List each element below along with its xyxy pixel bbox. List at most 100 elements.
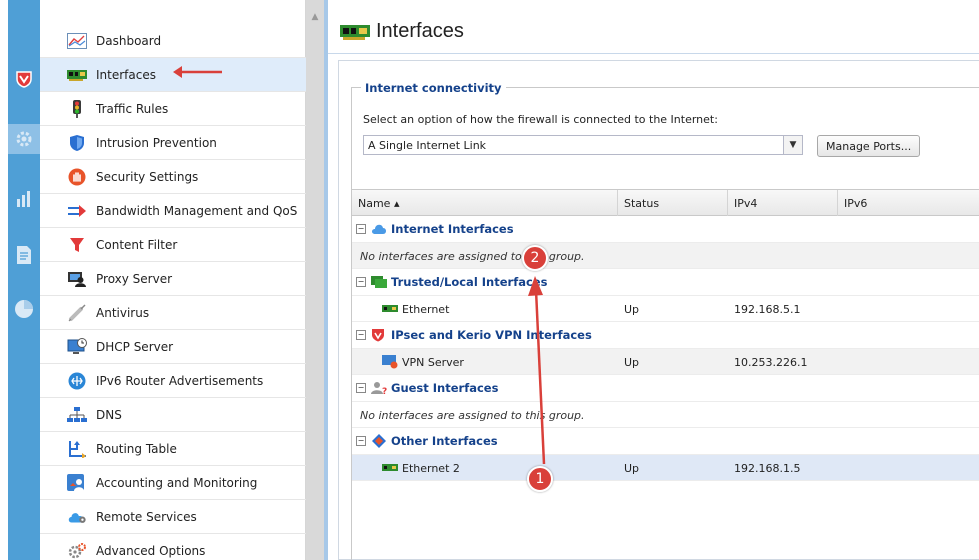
network-card-icon <box>382 464 398 471</box>
router-icon <box>67 372 87 390</box>
sidebar-item-dashboard[interactable]: Dashboard <box>40 24 306 58</box>
logs-rail-button[interactable] <box>8 240 40 270</box>
row-name-text: VPN Server <box>402 355 464 369</box>
page-title: Interfaces <box>376 20 464 42</box>
annotation-badge-1: 1 <box>527 466 553 492</box>
empty-row: No interfaces are assigned to this group… <box>352 402 979 428</box>
connectivity-select[interactable]: A Single Internet Link <box>363 135 803 155</box>
grid-header: Name ▴ Status IPv4 IPv6 <box>352 190 979 216</box>
group-trusted-local-interfaces[interactable]: − Trusted/Local Interfaces <box>352 269 979 296</box>
sidebar-item-dns[interactable]: DNS <box>40 398 306 432</box>
funnel-icon <box>67 236 87 254</box>
connectivity-legend: Internet connectivity <box>361 81 506 95</box>
sidebar-item-bandwidth[interactable]: Bandwidth Management and QoS <box>40 194 306 228</box>
sidebar-item-label: Proxy Server <box>96 271 173 286</box>
sidebar-item-label: Traffic Rules <box>96 101 169 116</box>
sidebar-item-label: Routing Table <box>96 441 177 456</box>
bar-chart-icon <box>17 191 30 207</box>
annotation-badge-2: 2 <box>522 245 548 271</box>
column-header-ipv4[interactable]: IPv4 <box>728 190 838 216</box>
sidebar-item-routing-table[interactable]: Routing Table <box>40 432 306 466</box>
shield-logo-icon <box>16 71 32 88</box>
hand-stop-icon <box>67 168 87 186</box>
status-rail-button[interactable] <box>8 184 40 214</box>
shield-icon <box>67 134 87 152</box>
sidebar-item-intrusion-prevention[interactable]: Intrusion Prevention <box>40 126 306 160</box>
sidebar-item-label: Accounting and Monitoring <box>96 475 258 490</box>
syringe-icon <box>67 303 87 322</box>
annotation-arrow <box>173 66 222 78</box>
guest-user-icon: ? <box>371 381 387 395</box>
row-ipv4: 192.168.1.5 <box>734 461 801 475</box>
group-ipsec-vpn-interfaces[interactable]: − IPsec and Kerio VPN Interfaces <box>352 322 979 349</box>
group-label: Internet Interfaces <box>391 222 514 236</box>
sidebar-item-accounting[interactable]: Accounting and Monitoring <box>40 466 306 500</box>
manage-ports-button[interactable]: Manage Ports... <box>817 135 921 157</box>
content-panel: Internet connectivity Select an option o… <box>338 60 979 560</box>
row-name: VPN Server <box>382 349 464 375</box>
network-monitor-icon <box>371 275 387 289</box>
row-status: Up <box>624 355 640 369</box>
rail-edge <box>0 0 8 560</box>
group-guest-interfaces[interactable]: − ? Guest Interfaces <box>352 375 979 402</box>
proxy-icon <box>67 270 87 288</box>
collapse-icon[interactable]: − <box>356 436 366 446</box>
sidebar-item-traffic-rules[interactable]: Traffic Rules <box>40 92 306 126</box>
vpn-server-icon <box>382 355 398 369</box>
row-ipv4: 10.253.226.1 <box>734 355 808 369</box>
group-other-interfaces[interactable]: − Other Interfaces <box>352 428 979 455</box>
sidebar-item-label: Intrusion Prevention <box>96 135 217 150</box>
shield-logo-icon <box>371 328 387 342</box>
network-card-icon <box>340 25 370 40</box>
table-row[interactable]: VPN Server Up 10.253.226.1 <box>352 349 979 375</box>
sidebar-item-label: Content Filter <box>96 237 178 252</box>
firewall-rail-button[interactable] <box>8 64 40 94</box>
row-status: Up <box>624 461 640 475</box>
sidebar-item-proxy-server[interactable]: Proxy Server <box>40 262 306 296</box>
collapse-icon[interactable]: − <box>356 330 366 340</box>
group-label: Guest Interfaces <box>391 381 499 395</box>
table-row[interactable]: Ethernet 2 Up 192.168.1.5 <box>352 455 979 481</box>
group-label: IPsec and Kerio VPN Interfaces <box>391 328 592 342</box>
settings-rail-button[interactable] <box>8 124 40 154</box>
sidebar-item-label: Dashboard <box>96 33 162 48</box>
sidebar-item-dhcp-server[interactable]: DHCP Server <box>40 330 306 364</box>
dashboard-chart-icon <box>67 32 87 50</box>
traffic-light-icon <box>67 99 87 118</box>
gears-icon <box>67 542 87 560</box>
routing-icon <box>67 440 87 458</box>
diamond-network-icon <box>371 434 387 448</box>
collapse-icon[interactable]: − <box>356 383 366 393</box>
scroll-up-arrow-icon[interactable]: ▲ <box>306 10 324 24</box>
collapse-icon[interactable]: − <box>356 224 366 234</box>
group-internet-interfaces[interactable]: − Internet Interfaces <box>352 216 979 243</box>
interfaces-grid: Name ▴ Status IPv4 IPv6 − Internet Inter… <box>351 189 979 560</box>
document-icon <box>17 246 31 264</box>
column-header-ipv6[interactable]: IPv6 <box>838 190 979 216</box>
sidebar-item-ipv6-router-advertisements[interactable]: IPv6 Router Advertisements <box>40 364 306 398</box>
sidebar-item-label: DHCP Server <box>96 339 174 354</box>
pie-chart-icon <box>15 300 33 318</box>
sidebar: Dashboard Interfaces Traffic Rules Intru… <box>40 0 306 560</box>
sidebar-item-advanced-options[interactable]: Advanced Options <box>40 534 306 560</box>
sidebar-scrollbar[interactable] <box>306 0 324 560</box>
sidebar-item-label: Bandwidth Management and QoS <box>96 203 298 218</box>
column-header-name[interactable]: Name ▴ <box>352 190 618 216</box>
reports-rail-button[interactable] <box>8 294 40 324</box>
sidebar-item-content-filter[interactable]: Content Filter <box>40 228 306 262</box>
sidebar-item-remote-services[interactable]: Remote Services <box>40 500 306 534</box>
collapse-icon[interactable]: − <box>356 277 366 287</box>
sidebar-item-antivirus[interactable]: Antivirus <box>40 296 306 330</box>
sidebar-item-label: Remote Services <box>96 509 197 524</box>
sidebar-item-security-settings[interactable]: Security Settings <box>40 160 306 194</box>
row-name: Ethernet <box>382 296 449 322</box>
column-header-status[interactable]: Status <box>618 190 728 216</box>
row-status: Up <box>624 302 640 316</box>
table-row[interactable]: Ethernet Up 192.168.5.1 <box>352 296 979 322</box>
connectivity-prompt: Select an option of how the firewall is … <box>363 113 718 126</box>
dns-tree-icon <box>67 406 87 424</box>
svg-text:?: ? <box>382 387 387 395</box>
chevron-down-icon[interactable]: ▼ <box>783 136 802 154</box>
row-name-text: Ethernet <box>402 302 450 316</box>
user-chart-icon <box>67 473 87 492</box>
